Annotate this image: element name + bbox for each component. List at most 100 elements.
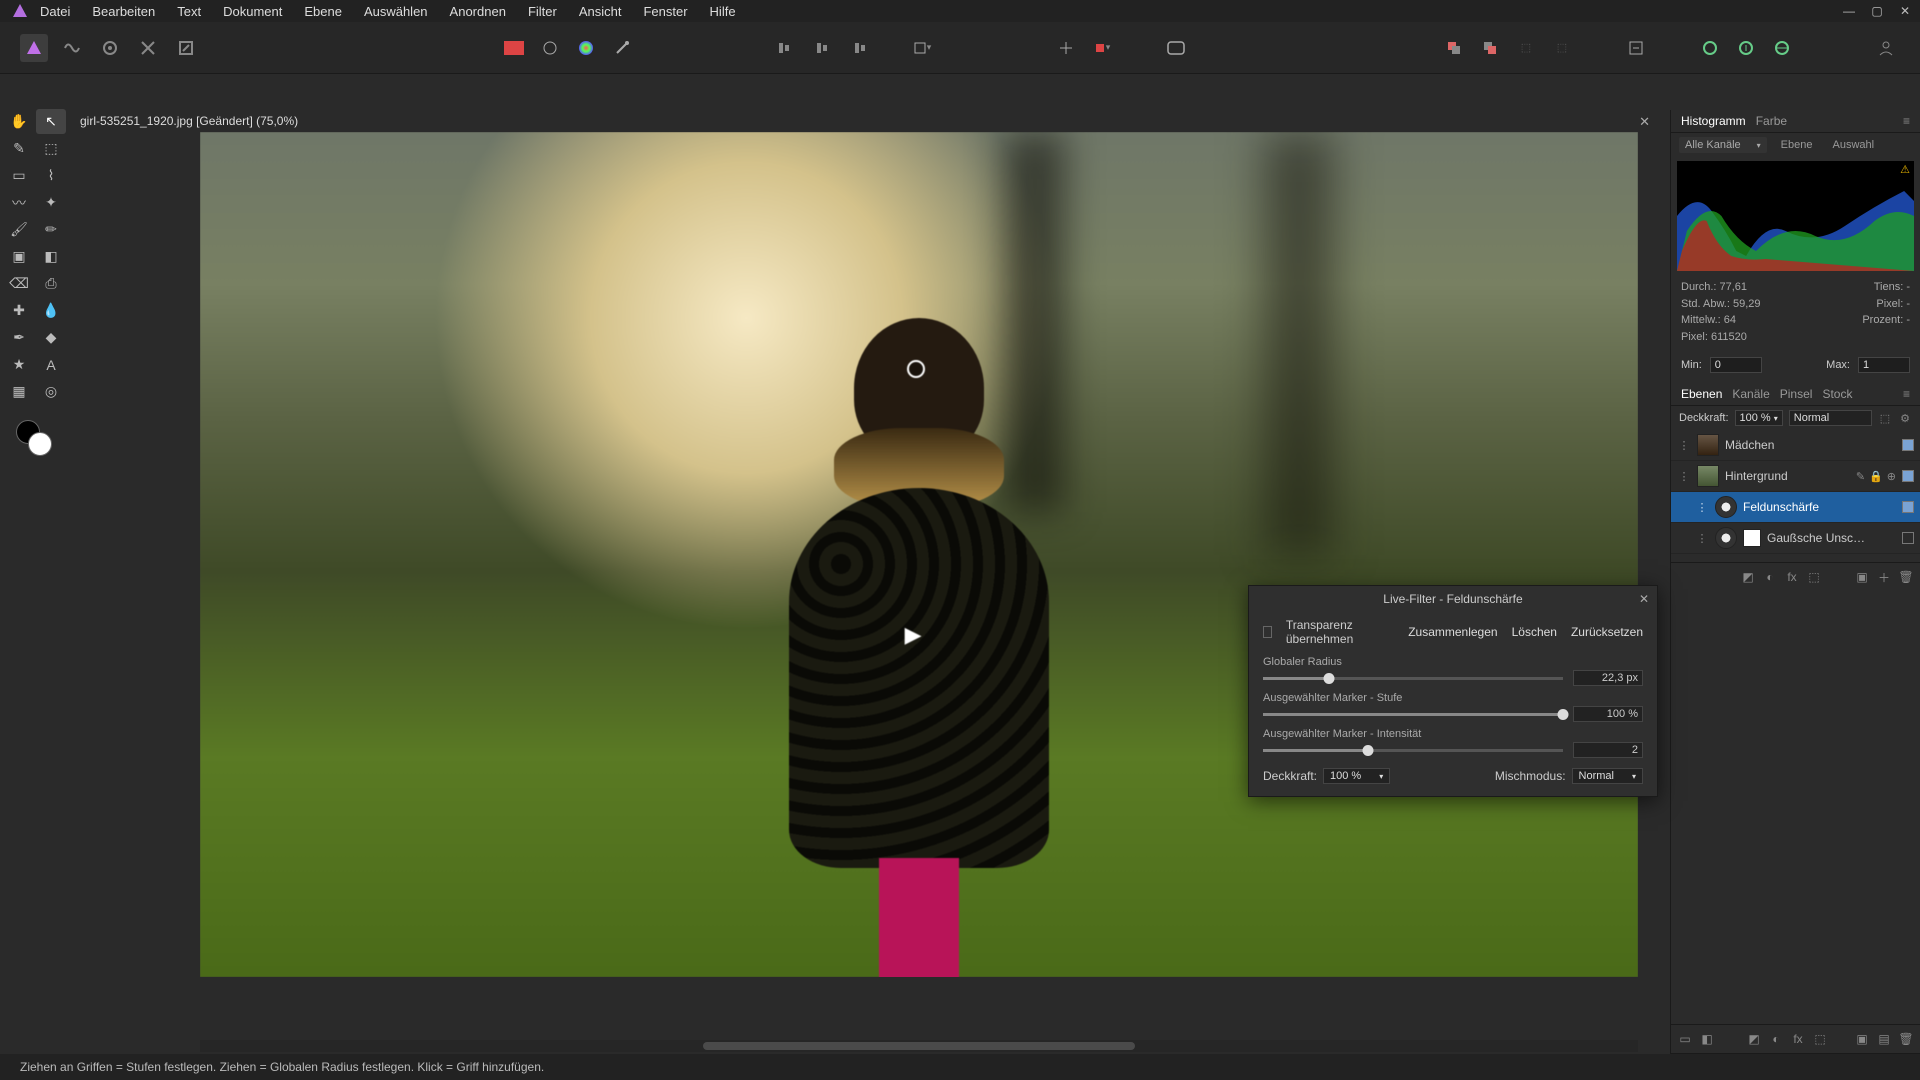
window-maximize-icon[interactable]: ▢	[1870, 4, 1884, 18]
tab-histogram[interactable]: Histogramm	[1681, 114, 1746, 128]
swatch-foreground[interactable]	[28, 432, 52, 456]
lf2-d-icon[interactable]: ◐	[1768, 1031, 1784, 1047]
canvas-hscrollbar[interactable]	[200, 1040, 1638, 1052]
layer-hintergrund[interactable]: ⋮ Hintergrund ✎🔒⊕	[1671, 461, 1920, 492]
blur-marker-handle[interactable]	[907, 360, 925, 378]
layer-check[interactable]	[1902, 532, 1914, 544]
visibility-icon[interactable]: ⋮	[1695, 501, 1709, 514]
tb-order-back-icon[interactable]	[1440, 34, 1468, 62]
menu-bearbeiten[interactable]: Bearbeiten	[92, 4, 155, 19]
edit-icon[interactable]: ✎	[1856, 470, 1865, 483]
slider-intensitaet[interactable]	[1263, 749, 1563, 752]
opacity-dropdown[interactable]: 100 % ▾	[1735, 410, 1783, 426]
layer-maedchen[interactable]: ⋮ Mädchen	[1671, 430, 1920, 461]
layer-gear-icon[interactable]: ⚙	[1898, 412, 1912, 425]
tool-move-icon[interactable]: ↖	[36, 109, 66, 134]
tb-cloud-icon[interactable]	[1732, 34, 1760, 62]
layer-feldunschaerfe[interactable]: ⋮ Feldunschärfe	[1671, 492, 1920, 523]
tool-target-icon[interactable]: ◎	[36, 379, 66, 404]
link-icon[interactable]: ⊕	[1887, 470, 1896, 483]
merge-button[interactable]: Zusammenlegen	[1408, 625, 1497, 639]
slider-stufe-value[interactable]: 100 %	[1573, 706, 1643, 722]
tool-text-icon[interactable]: A	[36, 352, 66, 377]
slider-radius-value[interactable]: 22,3 px	[1573, 670, 1643, 686]
persona-export-icon[interactable]	[172, 34, 200, 62]
tb-order-front-icon[interactable]	[1476, 34, 1504, 62]
filter-close-icon[interactable]: ✕	[1639, 592, 1649, 606]
slider-intensitaet-value[interactable]: 2	[1573, 742, 1643, 758]
persona-liquify-icon[interactable]	[58, 34, 86, 62]
tb-account-icon[interactable]	[1872, 34, 1900, 62]
lf-crop-icon[interactable]: ⬚	[1806, 569, 1822, 585]
tb-more-icon[interactable]: ⬚	[1512, 34, 1540, 62]
lf2-a-icon[interactable]: ▭	[1677, 1031, 1693, 1047]
tool-stamp-icon[interactable]: ⎙	[36, 271, 66, 296]
menu-text[interactable]: Text	[177, 4, 201, 19]
lf-fx-icon[interactable]: fx	[1784, 569, 1800, 585]
lf-adjust-icon[interactable]: ◐	[1762, 569, 1778, 585]
tb-pixel-dropdown[interactable]: ▾	[1088, 34, 1116, 62]
tool-crop-icon[interactable]: ⬚	[36, 136, 66, 161]
lf2-c-icon[interactable]: ◩	[1746, 1031, 1762, 1047]
tb-sync-icon[interactable]	[1696, 34, 1724, 62]
tab-stock[interactable]: Stock	[1822, 387, 1852, 401]
lf2-h-icon[interactable]: ▤	[1876, 1031, 1892, 1047]
tool-fill-icon[interactable]: ▣	[4, 244, 34, 269]
tool-pencil-icon[interactable]: ✏	[36, 217, 66, 242]
tb-color-icon[interactable]	[572, 34, 600, 62]
slider-stufe[interactable]	[1263, 713, 1563, 716]
window-close-icon[interactable]: ✕	[1898, 4, 1912, 18]
tab-kanaele[interactable]: Kanäle	[1732, 387, 1769, 401]
menu-ebene[interactable]: Ebene	[304, 4, 342, 19]
tb-snap-icon[interactable]	[1052, 34, 1080, 62]
layer-lock-icon[interactable]: ⬚	[1878, 412, 1892, 425]
filter-blend-dropdown[interactable]: Normal▾	[1572, 768, 1643, 784]
tool-freehand-icon[interactable]: 〰	[4, 190, 34, 215]
filter-opacity-dropdown[interactable]: 100 %▾	[1323, 768, 1390, 784]
tb-assistant-icon[interactable]	[1622, 34, 1650, 62]
menu-dokument[interactable]: Dokument	[223, 4, 282, 19]
max-input[interactable]	[1858, 357, 1910, 373]
live-filter-dialog[interactable]: Live-Filter - Feldunschärfe ✕ Transparen…	[1248, 585, 1658, 797]
tool-shape-icon[interactable]: ◆	[36, 325, 66, 350]
tb-circle-icon[interactable]	[536, 34, 564, 62]
tool-lasso-icon[interactable]: ⌇	[36, 163, 66, 188]
tb-align-right-icon[interactable]	[844, 34, 872, 62]
canvas[interactable]: ▶	[200, 132, 1638, 977]
tab-pinsel[interactable]: Pinsel	[1780, 387, 1813, 401]
tool-selection-icon[interactable]: ▭	[4, 163, 34, 188]
tool-hand-icon[interactable]: ✋	[4, 109, 34, 134]
lf-delete-icon[interactable]: 🗑	[1898, 569, 1914, 585]
tb-gradient-icon[interactable]	[500, 34, 528, 62]
hist-btn-ebene[interactable]: Ebene	[1775, 137, 1819, 153]
layer-check[interactable]	[1902, 470, 1914, 482]
tool-gradient-icon[interactable]: ◧	[36, 244, 66, 269]
lf2-i-icon[interactable]: 🗑	[1898, 1031, 1914, 1047]
delete-button[interactable]: Löschen	[1512, 625, 1557, 639]
tb-preview-icon[interactable]	[1162, 34, 1190, 62]
lf-add-icon[interactable]: ＋	[1876, 569, 1892, 585]
menu-auswaehlen[interactable]: Auswählen	[364, 4, 428, 19]
hist-btn-auswahl[interactable]: Auswahl	[1826, 137, 1880, 153]
tool-blur-icon[interactable]: 💧	[36, 298, 66, 323]
blend-dropdown[interactable]: Normal	[1789, 410, 1872, 426]
lock-icon[interactable]: 🔒	[1869, 470, 1883, 483]
visibility-icon[interactable]: ⋮	[1695, 532, 1709, 545]
tb-globe-icon[interactable]	[1768, 34, 1796, 62]
lf2-g-icon[interactable]: ▣	[1854, 1031, 1870, 1047]
lf2-f-icon[interactable]: ⬚	[1812, 1031, 1828, 1047]
lf2-b-icon[interactable]: ◧	[1699, 1031, 1715, 1047]
menu-ansicht[interactable]: Ansicht	[579, 4, 622, 19]
tool-colorpicker-icon[interactable]: ✎	[4, 136, 34, 161]
visibility-icon[interactable]: ⋮	[1677, 439, 1691, 452]
tab-farbe[interactable]: Farbe	[1756, 114, 1787, 128]
tool-grid-icon[interactable]: ▦	[4, 379, 34, 404]
menu-datei[interactable]: Datei	[40, 4, 70, 19]
channel-dropdown[interactable]: Alle Kanäle▾	[1679, 137, 1767, 153]
lf-group-icon[interactable]: ▣	[1854, 569, 1870, 585]
tool-brush-icon[interactable]: 🖌	[4, 217, 34, 242]
tab-ebenen[interactable]: Ebenen	[1681, 387, 1722, 401]
tool-pen-icon[interactable]: ✒	[4, 325, 34, 350]
menu-hilfe[interactable]: Hilfe	[710, 4, 736, 19]
document-tab-close-icon[interactable]: ✕	[1639, 114, 1650, 130]
